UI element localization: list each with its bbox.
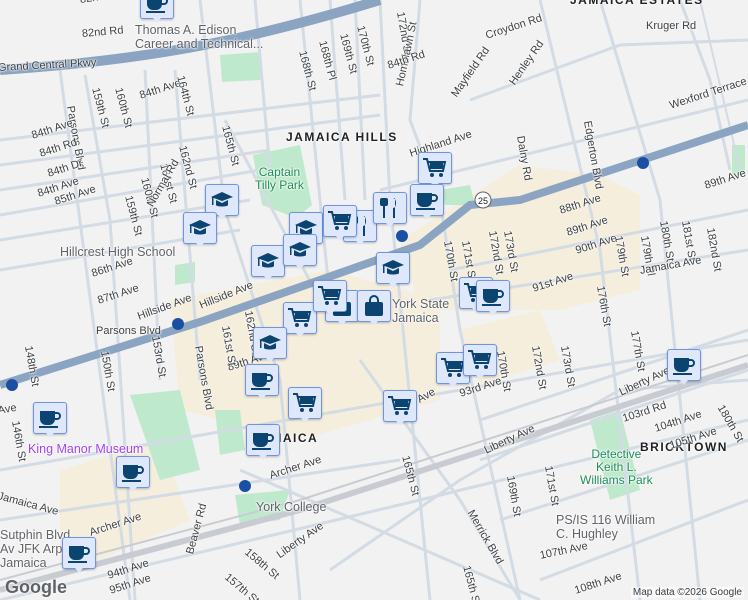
shopping-cart-icon [468,350,492,369]
street-label: Parsons Blvd [96,325,161,337]
coffee-icon [68,546,90,563]
shopping-cart-icon [423,158,447,177]
map-marker-coffee[interactable] [140,0,174,27]
shopping-cart-icon [328,211,352,230]
park-label: Captain Tilly Park [255,165,304,192]
map-marker-shopping-bag[interactable] [357,290,391,330]
map-marker-graduation-cap[interactable] [251,245,285,285]
map-marker-graduation-cap[interactable] [283,234,317,274]
map-marker-shopping-cart[interactable] [463,344,497,384]
map-marker-coffee[interactable] [116,456,150,496]
restaurant-icon [380,198,396,218]
shopping-cart-icon [288,308,312,327]
map-marker-coffee[interactable] [33,402,67,442]
neighborhood-label: JAMAICA ESTATES [570,0,704,7]
coffee-icon [252,433,274,450]
map-marker-coffee[interactable] [410,184,444,224]
coffee-icon [482,289,504,306]
map-marker-coffee[interactable] [62,537,96,577]
map-marker-shopping-cart[interactable] [383,390,417,430]
poi-label-sutphin: Sutphin Blvd Av JFK Arp Jamaica [0,528,71,570]
map-marker-shopping-cart[interactable] [283,302,317,342]
map-canvas[interactable]: 25 JAMAICA ESTATES JAMAICA HILLS BRICKTOWN… [0,0,748,600]
graduation-cap-icon [189,220,211,235]
poi-label-king-manor: King Manor Museum [28,442,144,456]
google-logo: Google [5,577,67,597]
coffee-icon [39,411,61,428]
map-marker-shopping-cart[interactable] [288,387,322,427]
map-marker-coffee[interactable] [245,364,279,404]
coffee-icon [251,373,273,390]
graduation-cap-icon [257,253,279,268]
poi-label-ps116: PS/IS 116 William C. Hughley [556,513,656,541]
coffee-icon [416,193,438,210]
route-25-label: 25 [478,196,488,206]
map-marker-coffee[interactable] [476,280,510,320]
park-label: Detective Keith L. Williams Park [580,447,653,487]
graduation-cap-icon [382,260,404,275]
graduation-cap-icon [211,192,233,207]
graduation-cap-icon [289,242,311,257]
street-label: Kruger Rd [646,20,697,32]
poi-label-edison: Thomas A. Edison Career and Technical... [135,23,264,51]
map-marker-graduation-cap[interactable] [253,327,287,367]
poi-label-york: York College [256,500,327,514]
map-attribution[interactable]: Map data ©2026 Google [630,587,744,598]
coffee-icon [673,358,695,375]
map-marker-shopping-cart[interactable] [323,205,357,245]
map-marker-graduation-cap[interactable] [183,212,217,252]
shopping-cart-icon [293,393,317,412]
map-marker-coffee[interactable] [667,349,701,389]
poi-label-hillcrest: Hillcrest High School [60,245,176,259]
map-marker-shopping-cart[interactable] [313,280,347,320]
coffee-icon [122,465,144,482]
shopping-cart-icon [318,286,342,305]
neighborhood-label: JAMAICA HILLS [286,130,398,144]
map-marker-graduation-cap[interactable] [376,252,410,292]
poi-label-ny-state: York State Jamaica [392,297,450,325]
map-marker-coffee[interactable] [246,424,280,464]
coffee-icon [146,0,168,13]
graduation-cap-icon [259,335,281,350]
shopping-cart-icon [388,396,412,415]
shopping-bag-icon [365,295,383,316]
map-marker-restaurant[interactable] [373,192,407,232]
